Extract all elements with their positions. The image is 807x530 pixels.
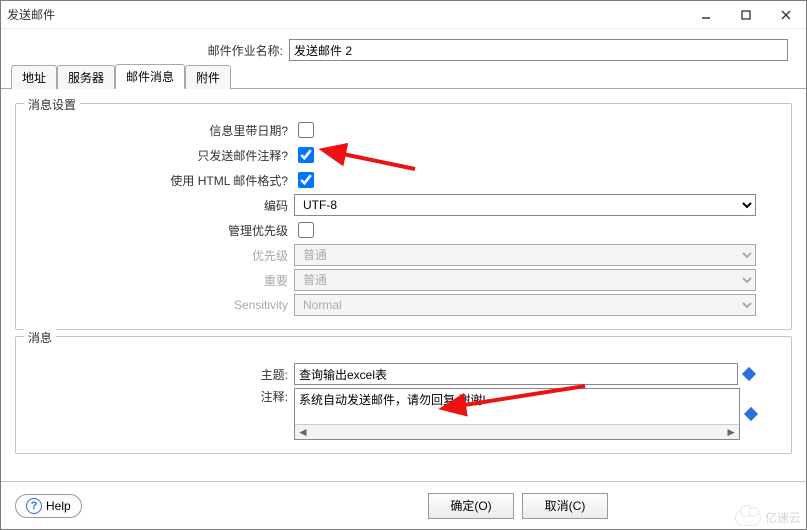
settings-legend: 消息设置 xyxy=(24,96,80,113)
job-name-input[interactable] xyxy=(289,39,788,61)
subject-label: 主题: xyxy=(26,366,294,383)
only-comment-label: 只发送邮件注释? xyxy=(26,147,294,164)
maximize-button[interactable] xyxy=(726,1,766,29)
comment-textarea[interactable] xyxy=(295,389,739,425)
window-title: 发送邮件 xyxy=(7,6,686,23)
comment-var-icon[interactable] xyxy=(744,407,758,421)
help-label: Help xyxy=(46,499,71,513)
help-button[interactable]: ? Help xyxy=(15,494,82,518)
include-date-label: 信息里带日期? xyxy=(26,122,294,139)
html-format-label: 使用 HTML 邮件格式? xyxy=(26,172,294,189)
titlebar: 发送邮件 xyxy=(1,1,806,29)
manage-priority-checkbox[interactable] xyxy=(298,222,314,238)
priority-select: 普通 xyxy=(294,244,756,266)
subject-var-icon[interactable] xyxy=(742,367,756,381)
job-name-row: 邮件作业名称: xyxy=(1,29,806,67)
priority-label: 优先级 xyxy=(26,247,294,264)
encoding-label: 编码 xyxy=(26,197,294,214)
tab-body: 消息设置 信息里带日期? 只发送邮件注释? 使用 HTML 邮件格式? 编码 U… xyxy=(1,89,806,481)
cloud-icon xyxy=(735,510,761,526)
tab-attachment[interactable]: 附件 xyxy=(185,65,231,89)
subject-input[interactable] xyxy=(294,363,738,385)
comment-label: 注释: xyxy=(26,388,294,405)
job-name-label: 邮件作业名称: xyxy=(19,42,289,59)
comment-wrap: ◄► xyxy=(294,388,740,440)
importance-label: 重要 xyxy=(26,272,294,289)
watermark-text: 亿速云 xyxy=(765,509,801,526)
dialog-window: 发送邮件 邮件作业名称: 地址 服务器 邮件消息 附件 消息设置 信息里带日期?… xyxy=(0,0,807,530)
importance-select: 普通 xyxy=(294,269,756,291)
tab-address[interactable]: 地址 xyxy=(11,65,57,89)
tab-server[interactable]: 服务器 xyxy=(57,65,115,89)
tab-strip: 地址 服务器 邮件消息 附件 xyxy=(1,67,806,89)
html-format-checkbox[interactable] xyxy=(298,172,314,188)
manage-priority-label: 管理优先级 xyxy=(26,222,294,239)
only-comment-checkbox[interactable] xyxy=(298,147,314,163)
settings-group: 消息设置 信息里带日期? 只发送邮件注释? 使用 HTML 邮件格式? 编码 U… xyxy=(15,103,792,330)
sensitivity-label: Sensitivity xyxy=(26,298,294,312)
watermark: 亿速云 xyxy=(735,509,801,526)
cancel-button[interactable]: 取消(C) xyxy=(522,493,608,519)
comment-hscroll[interactable]: ◄► xyxy=(295,425,739,439)
help-icon: ? xyxy=(26,498,42,514)
ok-button[interactable]: 确定(O) xyxy=(428,493,514,519)
close-button[interactable] xyxy=(766,1,806,29)
message-legend: 消息 xyxy=(24,329,56,346)
footer: ? Help 确定(O) 取消(C) xyxy=(1,481,806,529)
message-group: 消息 主题: 注释: ◄► xyxy=(15,336,792,454)
include-date-checkbox[interactable] xyxy=(298,122,314,138)
tab-message[interactable]: 邮件消息 xyxy=(115,64,185,89)
minimize-button[interactable] xyxy=(686,1,726,29)
encoding-select[interactable]: UTF-8 xyxy=(294,194,756,216)
sensitivity-select: Normal xyxy=(294,294,756,316)
